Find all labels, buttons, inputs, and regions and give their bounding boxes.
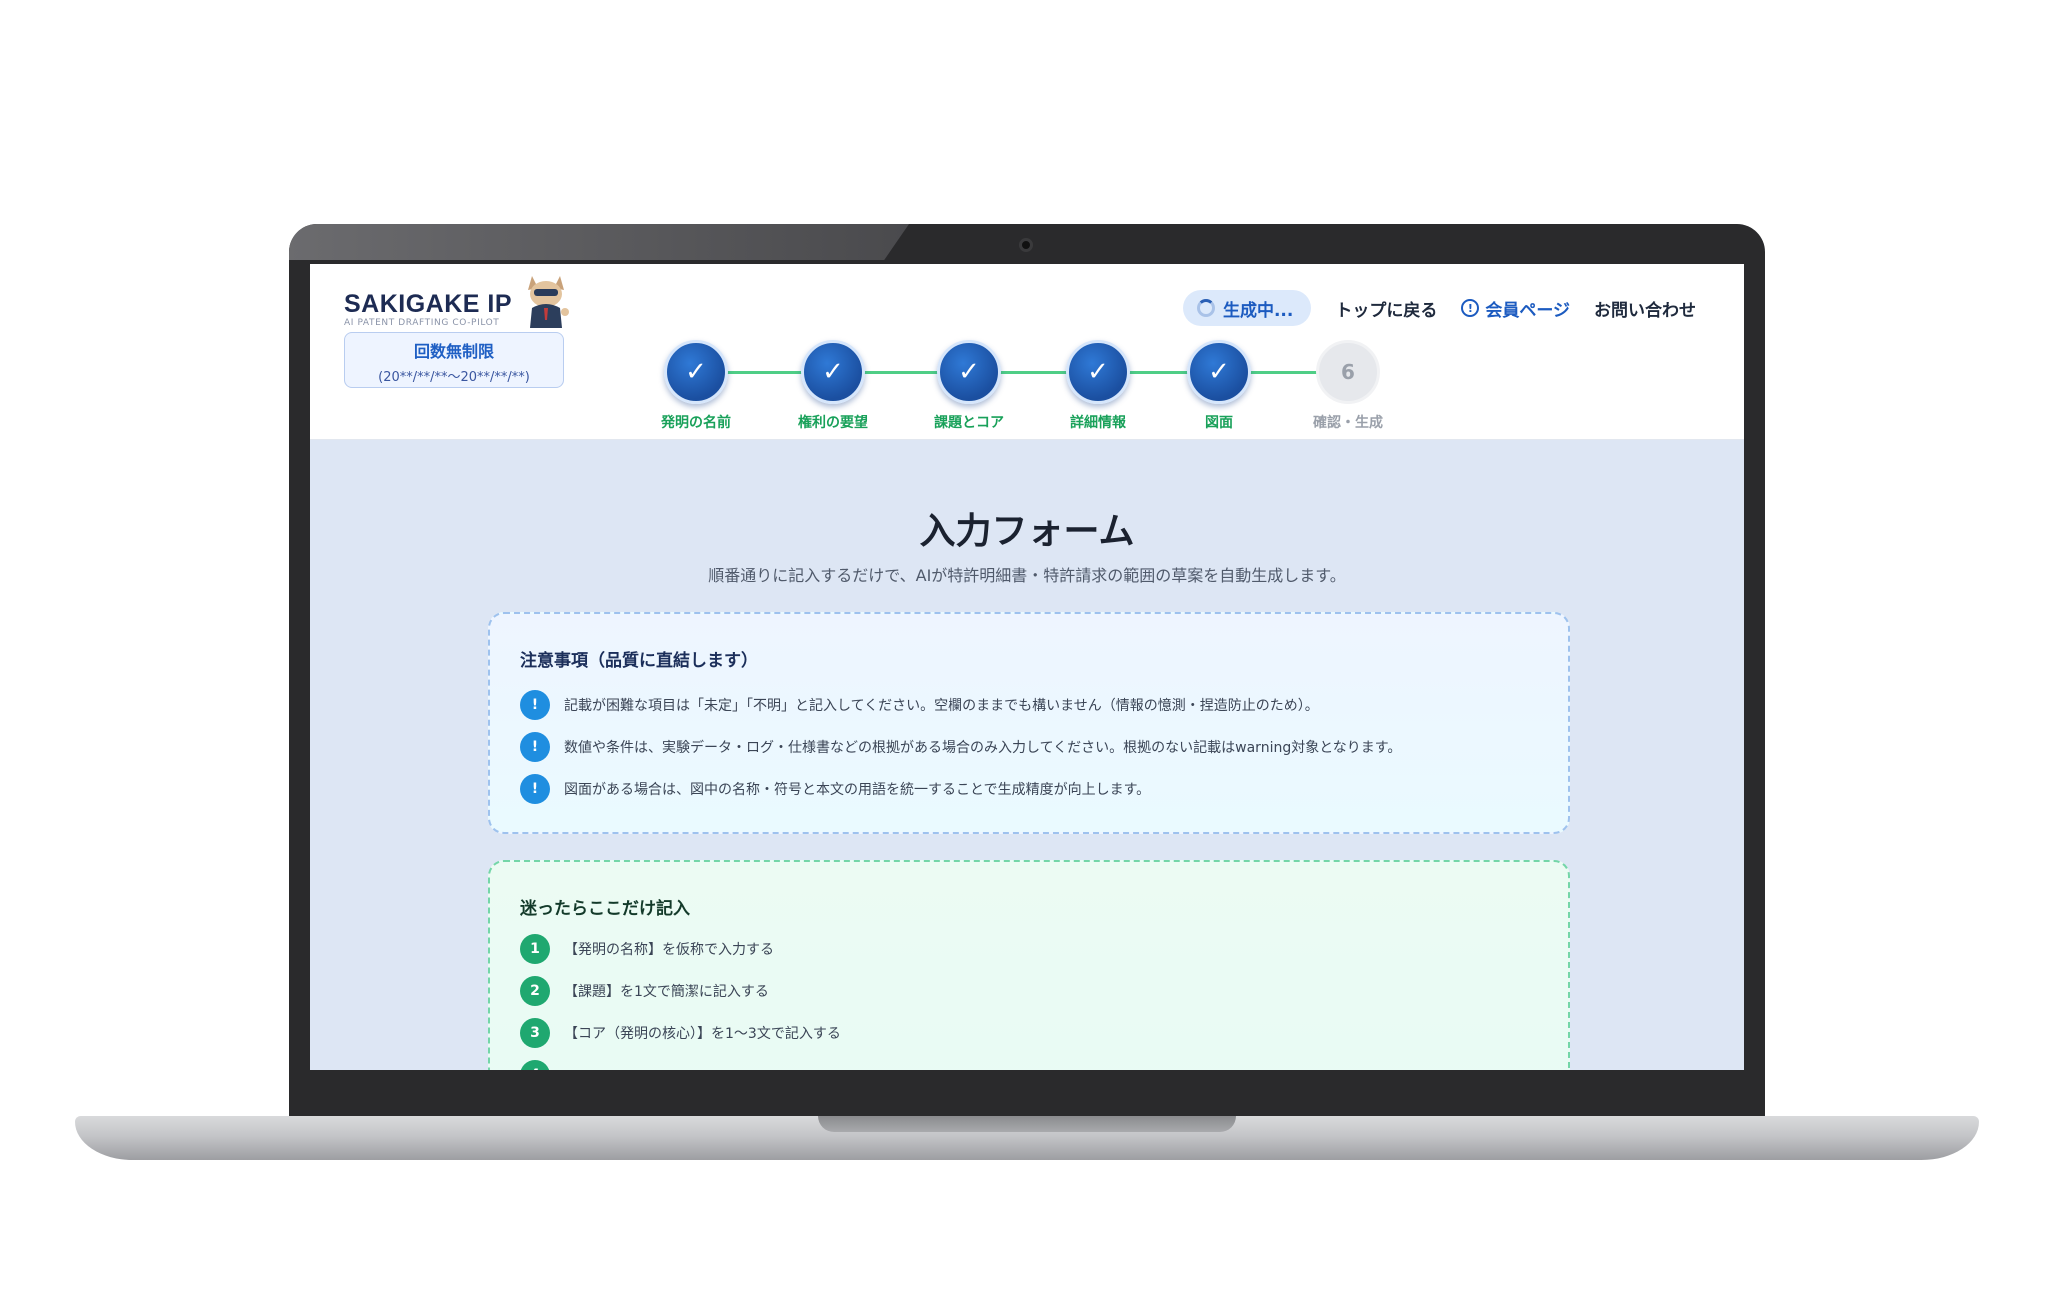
cat-mascot-icon <box>528 276 569 328</box>
caution-item: ! 図面がある場合は、図中の名称・符号と本文の用語を統一することで生成精度が向上… <box>520 774 1150 804</box>
generating-label: 生成中... <box>1222 300 1294 321</box>
exclamation-icon: ! <box>520 690 550 720</box>
exclamation-icon: ! <box>520 732 550 762</box>
step-4[interactable]: ✓ 詳細情報 <box>1038 340 1158 432</box>
guide-item-text: 【コア（発明の核心）】を1〜3文で記入する <box>564 1026 841 1042</box>
step-6-label: 確認・生成 <box>1313 415 1383 431</box>
logo-text: SAKIGAKE IP <box>344 290 513 318</box>
guide-item: 1 【発明の名称】を仮称で入力する <box>520 934 774 964</box>
step-number-badge: 1 <box>520 934 550 964</box>
guide-item: 2 【課題】を1文で簡潔に記入する <box>520 976 769 1006</box>
step-5-label: 図面 <box>1205 415 1233 431</box>
member-page-link[interactable]: ! 会員ページ <box>1461 296 1570 321</box>
progress-stepper: ✓ 発明の名前 ✓ 権利の要望 ✓ 課題とコア ✓ 詳細情報 ✓ 図面 6 確認… <box>656 340 1416 432</box>
page-title: 入力フォーム <box>919 511 1135 552</box>
step-1[interactable]: ✓ 発明の名前 <box>636 340 756 432</box>
step-1-label: 発明の名前 <box>661 415 731 431</box>
step-3[interactable]: ✓ 課題とコア <box>909 340 1029 432</box>
usage-title: 回数無制限 <box>413 342 494 361</box>
step-2[interactable]: ✓ 権利の要望 <box>773 340 893 432</box>
back-to-top-link[interactable]: トップに戻る <box>1335 296 1437 321</box>
caution-title: 注意事項（品質に直結します） <box>520 651 758 671</box>
generating-status-button[interactable]: 生成中... <box>1182 290 1312 326</box>
guide-item: 3 【コア（発明の核心）】を1〜3文で記入する <box>520 1018 841 1048</box>
step-6-number: 6 <box>1316 340 1380 404</box>
loading-spinner-icon <box>1196 299 1215 317</box>
quick-guide-card: 迷ったらここだけ記入 1 【発明の名称】を仮称で入力する 2 【課題】を1文で簡… <box>488 860 1570 1070</box>
caution-item-text: 図面がある場合は、図中の名称・符号と本文の用語を統一することで生成精度が向上しま… <box>564 782 1151 798</box>
step-number-badge: 4 <box>520 1060 550 1070</box>
guide-item-text: 【課題】を1文で簡潔に記入する <box>564 984 769 1000</box>
top-nav: 生成中... トップに戻る ! 会員ページ お問い合わせ <box>1182 290 1696 326</box>
app-screen: SAKIGAKE IP AI PATENT DRAFTING CO-PILOT … <box>310 264 1744 1070</box>
info-icon: ! <box>1461 299 1480 317</box>
step-number-badge: 3 <box>520 1018 550 1048</box>
logo[interactable]: SAKIGAKE IP AI PATENT DRAFTING CO-PILOT <box>344 290 512 328</box>
usage-badge: 回数無制限 (20**/**/**〜20**/**/**) <box>344 332 564 388</box>
quick-guide-title: 迷ったらここだけ記入 <box>520 899 690 919</box>
caution-card: 注意事項（品質に直結します） ! 記載が困難な項目は「未定」「不明」と記入してく… <box>488 612 1570 834</box>
step-6[interactable]: 6 確認・生成 <box>1288 340 1408 432</box>
step-3-check-icon: ✓ <box>937 340 1001 404</box>
member-page-label: 会員ページ <box>1485 300 1570 321</box>
usage-range: (20**/**/**〜20**/**/**) <box>378 370 530 385</box>
logo-subtitle: AI PATENT DRAFTING CO-PILOT <box>344 318 500 328</box>
webcam-icon <box>1019 238 1033 252</box>
caution-item-text: 数値や条件は、実験データ・ログ・仕様書などの根拠がある場合のみ入力してください。… <box>564 740 1402 756</box>
exclamation-icon: ! <box>520 774 550 804</box>
contact-link[interactable]: お問い合わせ <box>1594 296 1696 321</box>
guide-item: 4 <box>520 1060 564 1070</box>
page-subtitle: 順番通りに記入するだけで、AIが特許明細書・特許請求の範囲の草案を自動生成します… <box>708 566 1346 585</box>
step-2-label: 権利の要望 <box>798 415 868 431</box>
step-5-check-icon: ✓ <box>1187 340 1251 404</box>
step-4-label: 詳細情報 <box>1070 415 1126 431</box>
step-2-check-icon: ✓ <box>801 340 865 404</box>
step-3-label: 課題とコア <box>934 415 1004 431</box>
guide-item-text: 【発明の名称】を仮称で入力する <box>564 942 774 958</box>
step-5[interactable]: ✓ 図面 <box>1159 340 1279 432</box>
laptop-notch <box>818 1116 1236 1132</box>
step-4-check-icon: ✓ <box>1066 340 1130 404</box>
step-1-check-icon: ✓ <box>664 340 728 404</box>
app-header: SAKIGAKE IP AI PATENT DRAFTING CO-PILOT … <box>310 264 1744 440</box>
laptop-frame: SAKIGAKE IP AI PATENT DRAFTING CO-PILOT … <box>289 224 1765 1124</box>
main-content: 入力フォーム 順番通りに記入するだけで、AIが特許明細書・特許請求の範囲の草案を… <box>310 440 1744 1070</box>
step-number-badge: 2 <box>520 976 550 1006</box>
lid-glare <box>289 224 909 260</box>
caution-item: ! 記載が困難な項目は「未定」「不明」と記入してください。空欄のままでも構いませ… <box>520 690 1319 720</box>
caution-item: ! 数値や条件は、実験データ・ログ・仕様書などの根拠がある場合のみ入力してくださ… <box>520 732 1401 762</box>
caution-item-text: 記載が困難な項目は「未定」「不明」と記入してください。空欄のままでも構いません（… <box>564 698 1319 714</box>
